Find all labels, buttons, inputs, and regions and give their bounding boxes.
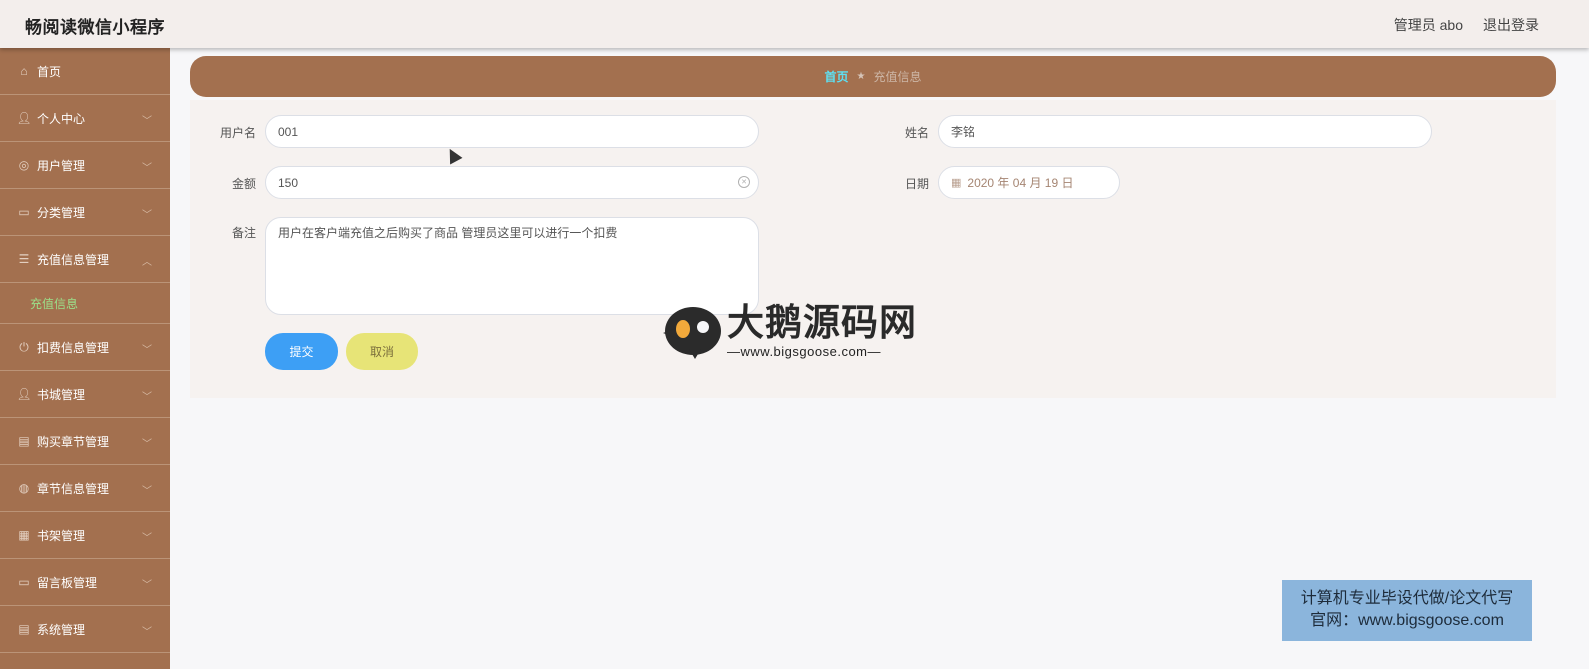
sidebar-item-label: 充值信息管理	[37, 252, 110, 267]
sidebar-item-label: 扣费信息管理	[37, 340, 110, 355]
remark-value: 用户在客户端充值之后购买了商品 管理员这里可以进行一个扣费	[278, 226, 618, 240]
promo-banner: 计算机专业毕设代做/论文代写 官网：www.bigsgoose.com	[1282, 580, 1532, 641]
sidebar-item-label: 分类管理	[37, 205, 86, 220]
person-icon: 👤︎	[16, 387, 32, 401]
sidebar-item-label: 留言板管理	[37, 575, 98, 590]
promo-line-1: 计算机专业毕设代做/论文代写	[1300, 590, 1514, 607]
amount-input[interactable]: 150 ✕	[265, 166, 759, 199]
sidebar-item-label: 书架管理	[37, 528, 86, 543]
sidebar-item-label: 个人中心	[37, 111, 86, 126]
watermark: 大鹅源码网 —www.bigsgoose.com—	[659, 300, 919, 362]
name-value: 李铭	[951, 125, 976, 139]
amount-value: 150	[278, 175, 299, 190]
amount-label: 金额	[231, 177, 256, 191]
goose-logo-icon	[659, 303, 725, 359]
users-icon: ◎	[18, 158, 30, 172]
user-area: 管理员 abo 退出登录	[1394, 15, 1539, 35]
admin-user-label[interactable]: 管理员 abo	[1394, 15, 1463, 35]
sidebar-item-personal-center[interactable]: 👤︎ 个人中心 ﹀	[0, 95, 170, 142]
chevron-down-icon: ﹀	[142, 580, 152, 591]
username-value: 001	[278, 124, 299, 139]
chevron-down-icon: ﹀	[142, 210, 152, 221]
promo-line-2: 官网：www.bigsgoose.com	[1310, 612, 1504, 629]
monitor-icon: ▭	[18, 205, 30, 219]
breadcrumb: 首页 ★ 充值信息	[190, 56, 1556, 97]
sidebar-item-label: 书城管理	[37, 387, 86, 402]
date-picker[interactable]: ▦ 2020 年 04 月 19 日	[938, 166, 1120, 199]
person-icon: 👤︎	[16, 111, 32, 125]
calendar-icon: ▦	[951, 177, 962, 189]
sidebar-item-message-board-management[interactable]: ▭ 留言板管理 ﹀	[0, 559, 170, 606]
username-label: 用户名	[219, 126, 256, 140]
watermark-text: 大鹅源码网 —www.bigsgoose.com—	[727, 301, 917, 359]
chevron-down-icon: ﹀	[142, 345, 152, 356]
watermark-title: 大鹅源码网	[727, 301, 917, 343]
sidebar-item-purchase-chapter-management[interactable]: ▤ 购买章节管理 ﹀	[0, 418, 170, 465]
top-bar: 畅阅读微信小程序 管理员 abo 退出登录	[0, 0, 1589, 48]
chevron-down-icon: ﹀	[142, 627, 152, 638]
sidebar-item-user-management[interactable]: ◎ 用户管理 ﹀	[0, 142, 170, 189]
clear-icon[interactable]: ✕	[738, 176, 750, 188]
username-input[interactable]: 001	[265, 115, 759, 148]
clipboard-icon: ▤	[18, 434, 30, 448]
name-label: 姓名	[904, 126, 929, 140]
chevron-down-icon: ﹀	[142, 392, 152, 403]
sidebar-item-category-management[interactable]: ▭ 分类管理 ﹀	[0, 189, 170, 236]
watermark-url: —www.bigsgoose.com—	[727, 343, 881, 359]
sidebar-subitem-recharge-info[interactable]: 充值信息	[0, 283, 170, 324]
list-icon: ☰	[18, 252, 30, 266]
chevron-down-icon: ﹀	[142, 533, 152, 544]
chevron-down-icon: ﹀	[142, 439, 152, 450]
remark-label: 备注	[231, 226, 256, 240]
date-value: 2020 年 04 月 19 日	[967, 176, 1074, 190]
cancel-button[interactable]: 取消	[346, 333, 418, 370]
chevron-down-icon: ﹀	[142, 163, 152, 174]
sidebar-item-label: 用户管理	[37, 158, 86, 173]
date-label: 日期	[904, 177, 929, 191]
chevron-up-icon: ︿	[142, 257, 152, 268]
breadcrumb-home-link[interactable]: 首页	[825, 68, 849, 85]
star-separator-icon: ★	[856, 71, 866, 82]
sidebar-item-deduction-management[interactable]: ⏻ 扣费信息管理 ﹀	[0, 324, 170, 371]
sidebar-item-label: 购买章节管理	[37, 434, 110, 449]
sidebar-item-label: 首页	[37, 64, 62, 79]
sidebar-item-bookstore-management[interactable]: 👤︎ 书城管理 ﹀	[0, 371, 170, 418]
name-input[interactable]: 李铭	[938, 115, 1432, 148]
app-title: 畅阅读微信小程序	[25, 18, 165, 37]
clipboard-icon: ▤	[18, 622, 30, 636]
sidebar-item-label: 系统管理	[37, 622, 86, 637]
breadcrumb-current: 充值信息	[873, 70, 922, 84]
sidebar-item-chapter-info-management[interactable]: ◍ 章节信息管理 ﹀	[0, 465, 170, 512]
sidebar-item-system-management[interactable]: ▤ 系统管理 ﹀	[0, 606, 170, 653]
message-icon: ▭	[18, 575, 30, 589]
chevron-down-icon: ﹀	[142, 486, 152, 497]
power-icon: ⏻	[19, 339, 29, 354]
sidebar-item-recharge-management[interactable]: ☰ 充值信息管理 ︿	[0, 236, 170, 283]
globe-icon: ◍	[18, 481, 30, 495]
grid-icon: ▦	[18, 528, 30, 542]
submit-button[interactable]: 提交	[265, 333, 338, 370]
sidebar: ⌂ 首页 👤︎ 个人中心 ﹀ ◎ 用户管理 ﹀ ▭ 分类管理 ﹀ ☰ 充值信息管…	[0, 48, 170, 669]
sidebar-item-bookshelf-management[interactable]: ▦ 书架管理 ﹀	[0, 512, 170, 559]
logout-link[interactable]: 退出登录	[1483, 15, 1539, 35]
sidebar-item-label: 章节信息管理	[37, 481, 110, 496]
home-icon: ⌂	[20, 64, 28, 78]
chevron-down-icon: ﹀	[142, 116, 152, 127]
sidebar-item-home[interactable]: ⌂ 首页	[0, 48, 170, 95]
